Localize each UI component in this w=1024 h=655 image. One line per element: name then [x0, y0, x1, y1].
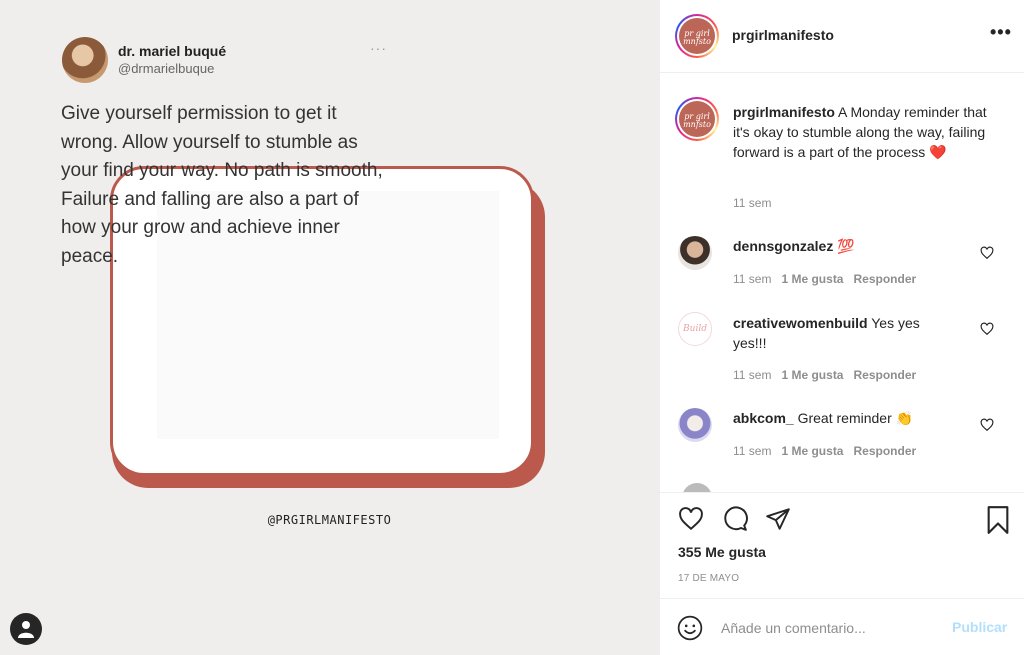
comment-username[interactable]: creativewomenbuild [733, 315, 868, 331]
share-paper-plane-icon[interactable] [764, 506, 792, 532]
post-details-panel: pr girl mnfsto prgirlmanifesto ••• pr gir… [659, 0, 1024, 655]
tweet-author-name: dr. mariel buqué [118, 43, 227, 59]
comment-avatar[interactable] [678, 236, 712, 270]
like-comment-icon[interactable] [980, 322, 994, 336]
emoji-smiley-icon[interactable] [677, 615, 703, 641]
comment-meta: 11 sem 1 Me gusta Responder [733, 444, 917, 458]
header-username[interactable]: prgirlmanifesto [732, 27, 834, 43]
tweet-author-handle: @drmarielbuque [118, 61, 215, 76]
post-date[interactable]: 17 DE MAYO [678, 573, 739, 584]
tweet-text: Give yourself permission to get it wrong… [61, 103, 383, 267]
comment-text: abkcom_ Great reminder 👏 [733, 410, 914, 426]
comment-text: creativewomenbuild Yes yes yes!!! [733, 315, 920, 351]
caption-avatar[interactable]: pr girl mnfsto [675, 97, 719, 141]
comment-username[interactable]: abkcom_ [733, 410, 794, 426]
comment-username[interactable]: dennsgonzalez [733, 238, 833, 254]
save-bookmark-icon[interactable] [986, 506, 1010, 534]
comments-list[interactable]: pr girl mnfsto prgirlmanifesto A Monday r… [660, 74, 1024, 492]
reply-button[interactable]: Responder [853, 444, 916, 458]
comment-meta: 11 sem 1 Me gusta Responder [733, 272, 917, 286]
author-avatar[interactable]: pr girl mnfsto [675, 14, 719, 58]
comment-bubble-icon[interactable] [721, 506, 749, 532]
caption: prgirlmanifesto A Monday reminder that i… [733, 102, 1003, 162]
likes-count[interactable]: 355 Me gusta [678, 544, 766, 560]
like-comment-icon[interactable] [980, 246, 994, 260]
comment-avatar[interactable]: Build [678, 312, 712, 346]
like-heart-icon[interactable] [677, 506, 705, 532]
comment-emoji: 💯 [837, 238, 855, 254]
post-image[interactable]: dr. mariel buqué @drmarielbuque ··· Give… [0, 0, 659, 655]
caption-emoji: ❤️ [929, 144, 947, 160]
like-comment-icon[interactable] [980, 418, 994, 432]
comment-avatar[interactable] [682, 483, 712, 492]
comment-input[interactable] [721, 617, 936, 639]
comment-text: dennsgonzalez 💯 [733, 236, 953, 256]
caption-username[interactable]: prgirlmanifesto [733, 104, 835, 120]
image-tag-text: @PRGIRLMANIFESTO [267, 513, 392, 527]
tagged-user-icon[interactable] [10, 613, 42, 645]
add-comment-bar: Publicar [660, 598, 1024, 655]
comment-avatar[interactable] [678, 408, 712, 442]
tweet-more-icon: ··· [370, 40, 387, 56]
comment-meta: 11 sem 1 Me gusta Responder [733, 368, 917, 382]
post-actions: 355 Me gusta 17 DE MAYO [660, 492, 1024, 597]
more-options-icon[interactable]: ••• [990, 22, 1012, 43]
comment-emoji: 👏 [895, 410, 914, 426]
caption-time[interactable]: 11 sem [733, 196, 771, 210]
tweet-avatar [62, 37, 108, 83]
post-header: pr girl mnfsto prgirlmanifesto ••• [660, 0, 1024, 73]
reply-button[interactable]: Responder [853, 368, 916, 382]
publish-button[interactable]: Publicar [952, 619, 1007, 635]
reply-button[interactable]: Responder [853, 272, 916, 286]
